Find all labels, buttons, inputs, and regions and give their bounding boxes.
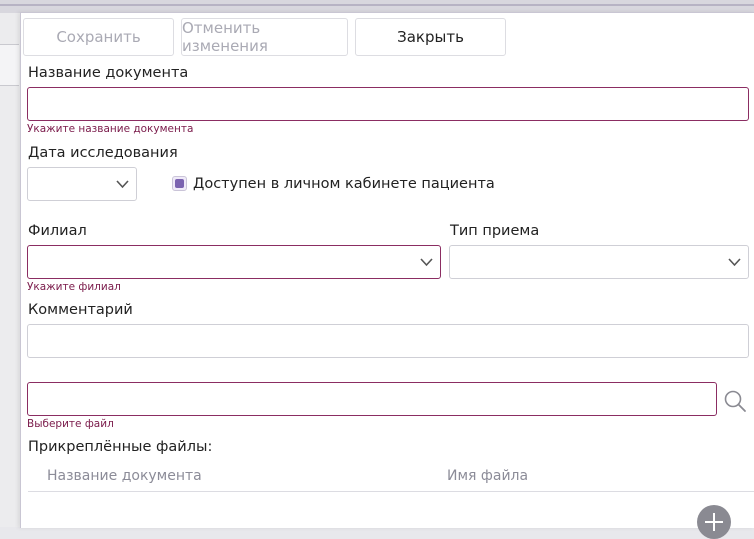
- branch-select[interactable]: [27, 245, 441, 279]
- cancel-changes-button[interactable]: Отменить изменения: [181, 18, 348, 56]
- branch-hint: Укажите филиал: [27, 281, 121, 293]
- chevron-down-icon: [116, 180, 129, 189]
- study-date-select[interactable]: [27, 167, 137, 201]
- doc-name-hint: Укажите название документа: [27, 123, 194, 135]
- comment-input[interactable]: [27, 324, 749, 358]
- patient-visible-label: Доступен в личном кабинете пациента: [193, 176, 495, 192]
- search-icon[interactable]: [723, 389, 747, 413]
- table-header-divider: [28, 491, 754, 492]
- column-header-file-name[interactable]: Имя файла: [447, 468, 528, 484]
- file-input[interactable]: [27, 382, 717, 416]
- doc-name-input[interactable]: [27, 87, 749, 121]
- study-date-label: Дата исследования: [28, 145, 178, 161]
- save-button[interactable]: Сохранить: [23, 18, 174, 56]
- file-hint: Выберите файл: [27, 418, 114, 430]
- patient-visible-checkbox[interactable]: [172, 176, 187, 191]
- comment-label: Комментарий: [28, 302, 133, 318]
- close-button[interactable]: Закрыть: [355, 18, 506, 56]
- background-panel: [0, 13, 20, 527]
- doc-name-label: Название документа: [28, 65, 189, 81]
- attachments-title: Прикреплённые файлы:: [28, 439, 213, 455]
- checkbox-checked-mark: [175, 179, 184, 188]
- column-header-doc-name[interactable]: Название документа: [47, 468, 202, 484]
- background-tab: [0, 44, 19, 86]
- top-strip-line: [0, 4, 754, 6]
- add-attachment-button[interactable]: [697, 505, 731, 539]
- document-dialog: Сохранить Отменить изменения Закрыть Наз…: [20, 12, 754, 539]
- chevron-down-icon: [420, 258, 433, 267]
- plus-icon: [705, 513, 723, 531]
- visit-type-select[interactable]: [449, 245, 749, 279]
- branch-label: Филиал: [28, 223, 87, 239]
- chevron-down-icon: [728, 258, 741, 267]
- visit-type-label: Тип приема: [450, 223, 540, 239]
